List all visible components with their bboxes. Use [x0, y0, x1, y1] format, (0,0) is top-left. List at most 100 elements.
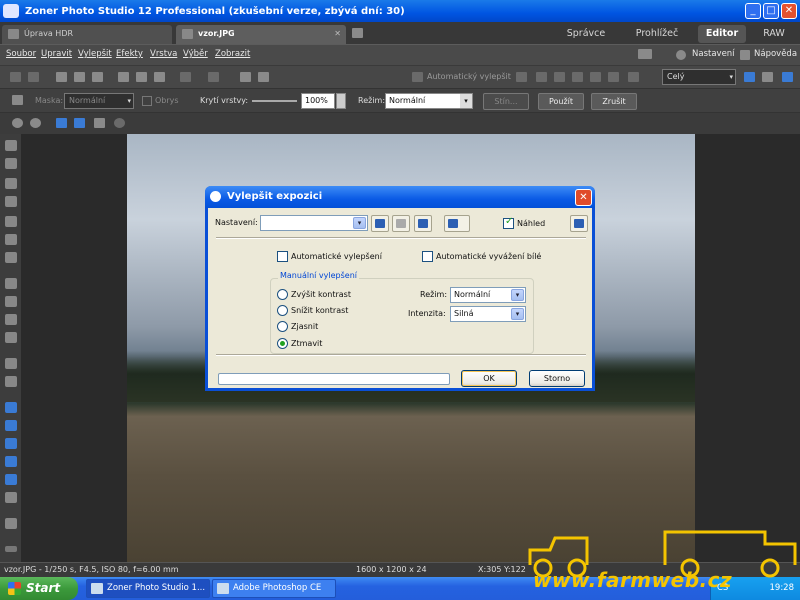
ellipse-select-icon[interactable] [5, 420, 17, 431]
poly-select-icon[interactable] [5, 456, 17, 467]
mode-select[interactable]: Normální ▾ [450, 287, 526, 303]
start-button[interactable]: Start [0, 577, 78, 600]
delete-preset-button[interactable] [392, 215, 410, 232]
options-menu-button[interactable] [444, 215, 470, 232]
fit-screen-icon[interactable] [74, 118, 85, 128]
frame-checkbox[interactable] [142, 96, 152, 106]
compare-icon[interactable] [258, 72, 269, 82]
save-preset-button[interactable] [371, 215, 389, 232]
clone-tool-icon[interactable] [5, 278, 17, 289]
apply-button[interactable]: Použít [538, 93, 584, 110]
red-eye-icon[interactable] [590, 72, 601, 82]
dialog-close-button[interactable]: ✕ [575, 189, 592, 206]
tab-hdr[interactable]: Úprava HDR [2, 25, 172, 44]
fit-icon[interactable] [744, 72, 755, 82]
zoom-in-icon[interactable] [12, 118, 23, 128]
text-tool-icon[interactable] [5, 518, 17, 529]
radio-darken[interactable] [277, 338, 288, 349]
radio-brighten[interactable] [277, 321, 288, 332]
menu-file[interactable]: Soubor [6, 49, 36, 59]
reset-button[interactable] [414, 215, 432, 232]
levels-tool-icon[interactable] [5, 216, 17, 227]
hand-tool-icon[interactable] [5, 158, 17, 169]
preview-checkbox[interactable] [503, 216, 514, 229]
auto-white-checkbox[interactable] [422, 251, 433, 262]
heal-tool-icon[interactable] [5, 296, 17, 307]
red-eye-tool-icon[interactable] [5, 252, 17, 263]
straighten-tool-icon[interactable] [5, 196, 17, 207]
actual-size-icon[interactable] [56, 118, 67, 128]
mode-editor[interactable]: Editor [698, 25, 746, 43]
ok-button[interactable]: OK [461, 370, 517, 387]
crop-tool-icon[interactable] [5, 178, 17, 189]
retouch-tool-icon[interactable] [5, 234, 17, 245]
radio-decrease-contrast[interactable] [277, 305, 288, 316]
eraser-tool-icon[interactable] [5, 376, 17, 387]
mode-viewer[interactable]: Prohlížeč [628, 25, 686, 43]
menu-effects[interactable]: Efekty [116, 49, 143, 59]
levels-icon[interactable] [516, 72, 527, 82]
actual-size-icon[interactable] [782, 72, 793, 82]
zoom-tool-icon[interactable] [5, 140, 17, 151]
copy-icon[interactable] [118, 72, 129, 82]
radio-increase-contrast[interactable] [277, 289, 288, 300]
mode-raw[interactable]: RAW [756, 25, 792, 43]
crop-tool-icon[interactable] [628, 72, 639, 82]
open-icon[interactable] [56, 72, 67, 82]
zoom-in-icon[interactable] [762, 72, 773, 82]
task-photoshop[interactable]: Adobe Photoshop CE [212, 579, 336, 598]
storno-button[interactable]: Storno [529, 370, 585, 387]
minimize-button[interactable]: _ [745, 3, 761, 19]
mask-select[interactable]: Normální ▾ [64, 93, 134, 109]
menu-layer[interactable]: Vrstva [150, 49, 177, 59]
save-icon[interactable] [74, 72, 85, 82]
menu-edit[interactable]: Upravit [41, 49, 72, 59]
undo-icon[interactable] [180, 72, 191, 82]
auto-improve-icon[interactable] [412, 72, 423, 82]
blend-mode-select[interactable]: Normální ▾ [385, 93, 473, 109]
settings-link[interactable]: Nastavení [692, 49, 735, 59]
expand-arrow-icon[interactable] [5, 546, 17, 552]
magic-select-icon[interactable] [5, 474, 17, 485]
zoom-tool-icon[interactable] [114, 118, 125, 128]
cancel-button[interactable]: Zrušit [591, 93, 637, 110]
lasso-select-icon[interactable] [5, 438, 17, 449]
opacity-slider[interactable] [252, 100, 297, 102]
auto-improve-checkbox[interactable] [277, 251, 288, 262]
brush-tool-icon[interactable] [12, 95, 23, 105]
curves-icon[interactable] [536, 72, 547, 82]
new-tab-icon[interactable] [352, 28, 363, 38]
straighten-icon[interactable] [572, 72, 583, 82]
sharpen-tool-icon[interactable] [5, 332, 17, 343]
redo-icon[interactable] [208, 72, 219, 82]
mode-manager[interactable]: Správce [558, 25, 614, 43]
zoom-out-icon[interactable] [30, 118, 41, 128]
shadow-button[interactable]: Stín... [483, 93, 529, 110]
zoom-select[interactable]: Celý ▾ [662, 69, 736, 85]
crop-icon[interactable] [154, 72, 165, 82]
menu-view[interactable]: Zobrazit [215, 49, 250, 59]
auto-improve-label[interactable]: Automatický vylepšit [427, 72, 511, 81]
paste-icon[interactable] [136, 72, 147, 82]
language-indicator[interactable]: CS [717, 583, 728, 593]
maximize-button[interactable]: □ [763, 3, 779, 19]
task-zoner[interactable]: Zoner Photo Studio 1... [86, 579, 210, 598]
layers-icon[interactable] [240, 72, 251, 82]
monitor-icon[interactable] [638, 49, 652, 59]
wand-tool-icon[interactable] [5, 492, 17, 503]
pencil-tool-icon[interactable] [5, 358, 17, 369]
menu-selection[interactable]: Výběr [183, 49, 208, 59]
menu-improve[interactable]: Vylepšit [78, 49, 112, 59]
color-icon[interactable] [608, 72, 619, 82]
back-icon[interactable] [10, 72, 21, 82]
brush-icon[interactable] [554, 72, 565, 82]
fit-width-icon[interactable] [94, 118, 105, 128]
smudge-tool-icon[interactable] [5, 314, 17, 325]
help-link[interactable]: Nápověda [754, 49, 797, 59]
opacity-spinner[interactable] [336, 93, 346, 109]
tab-close-icon[interactable]: ✕ [334, 25, 341, 43]
rect-select-icon[interactable] [5, 402, 17, 413]
tab-vzor[interactable]: vzor.JPG ✕ [176, 25, 346, 44]
preset-select[interactable]: ▾ [260, 215, 368, 231]
compare-view-button[interactable] [570, 215, 588, 232]
